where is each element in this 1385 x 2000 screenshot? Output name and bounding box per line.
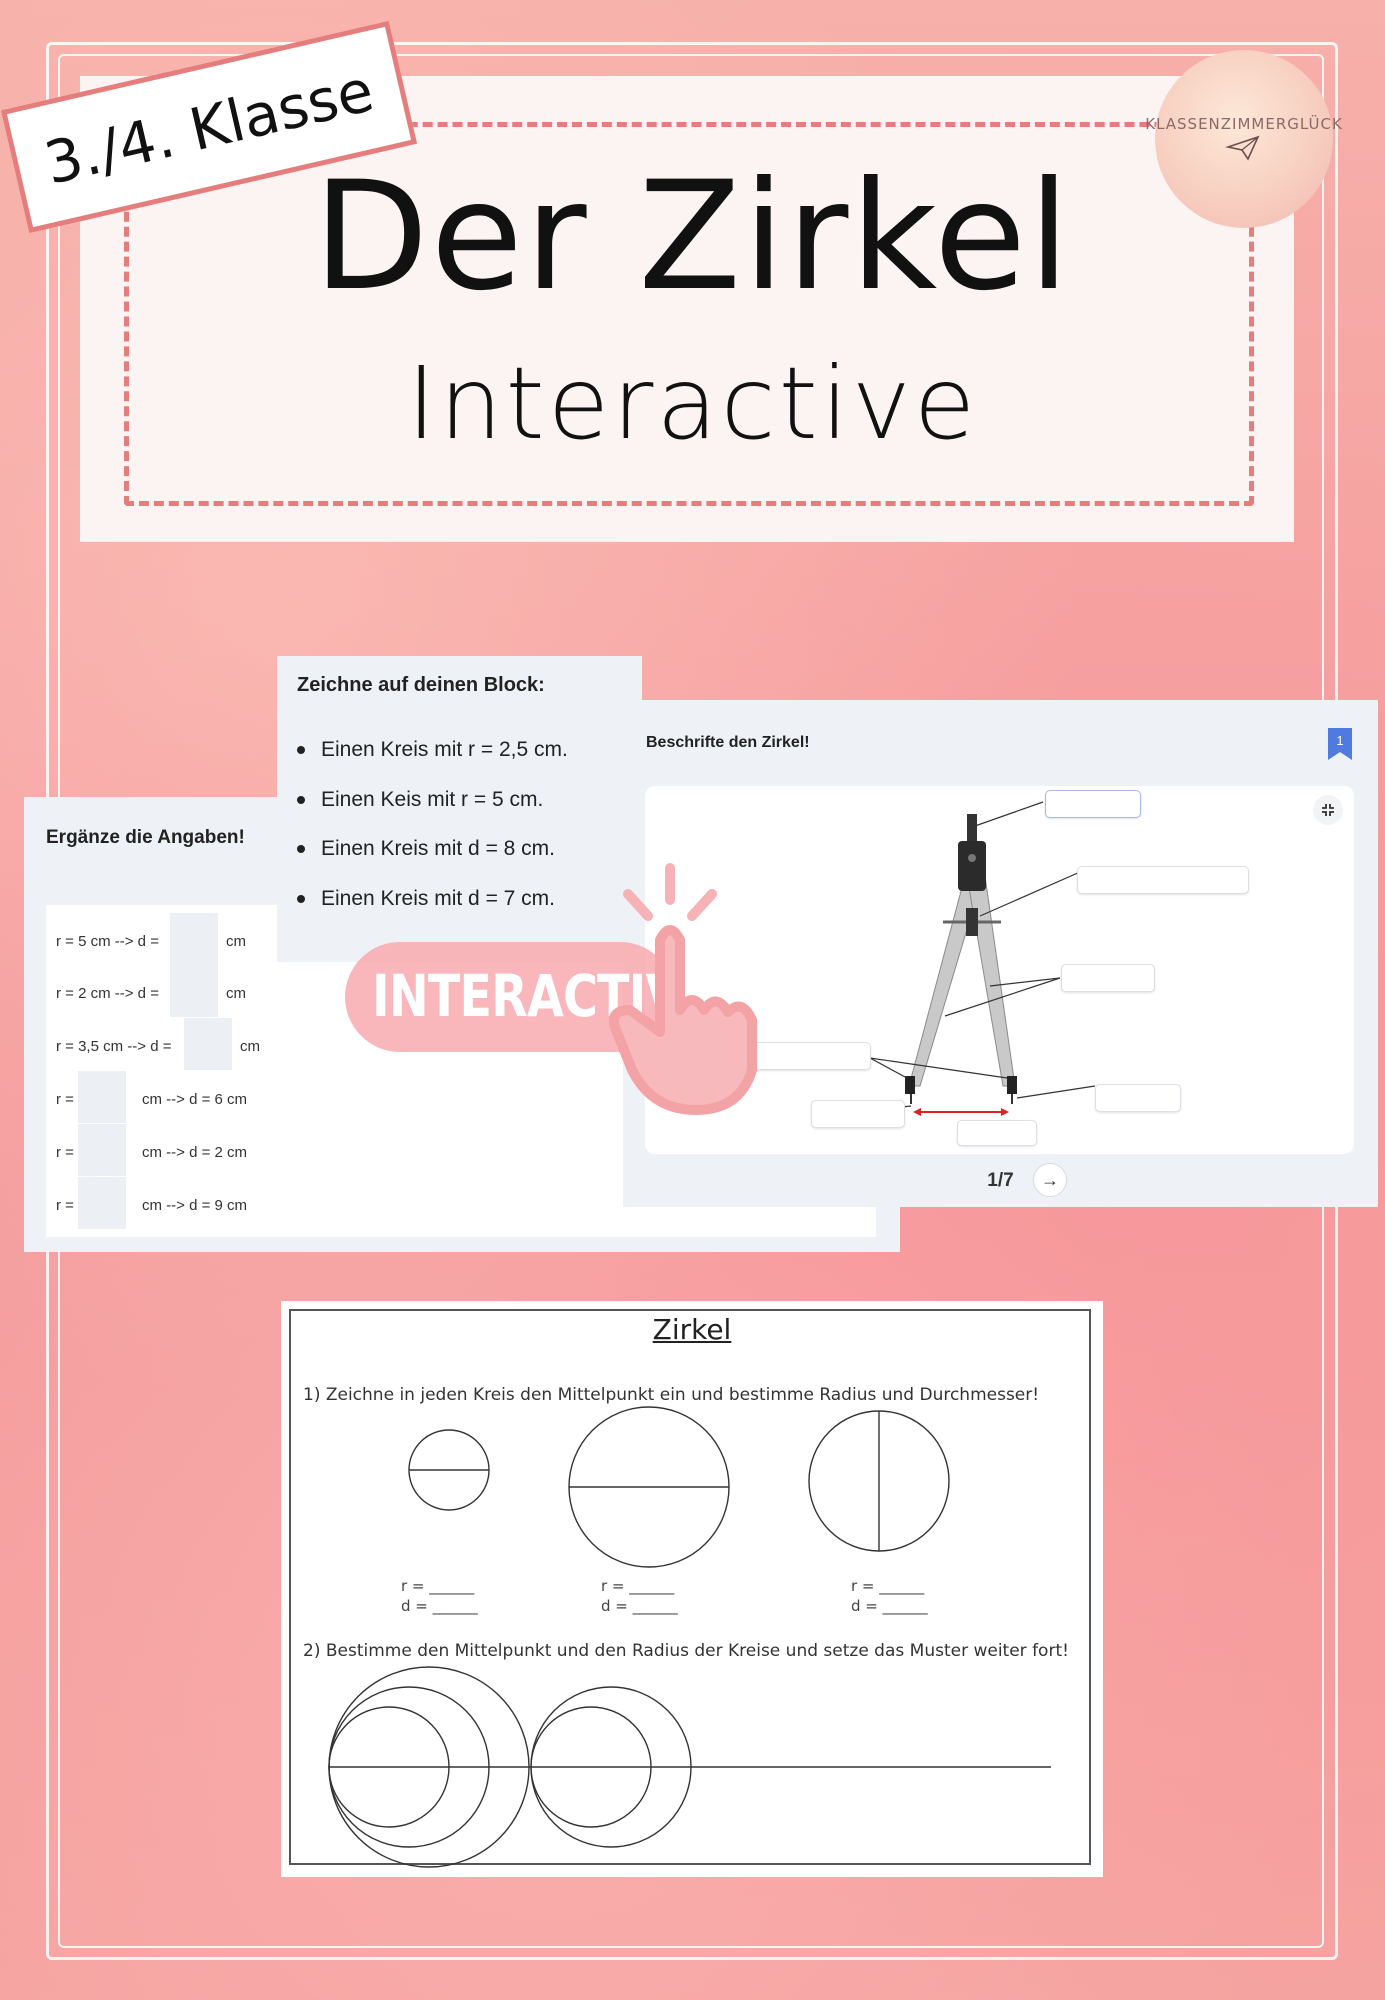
diameter-blank: d = ______	[851, 1597, 928, 1615]
exercise-row: r = 2 cm --> d = cm	[56, 985, 246, 1005]
answer-box[interactable]	[170, 965, 218, 1017]
paper-plane-icon	[1224, 135, 1260, 161]
list-item: Einen Kreis mit r = 2,5 cm.	[297, 738, 568, 762]
list-item: Einen Kreis mit d = 7 cm.	[297, 887, 555, 911]
row-prefix: r = 5 cm --> d =	[56, 933, 159, 950]
row-suffix: cm --> d = 2 cm	[142, 1144, 248, 1161]
pointing-hand-icon	[600, 860, 780, 1120]
exercise-row: r = cm --> d = 6 cm	[56, 1091, 247, 1111]
collapse-icon[interactable]	[1313, 795, 1343, 825]
worksheet-preview: Zirkel 1) Zeichne in jeden Kreis den Mit…	[281, 1301, 1103, 1877]
bookmark-number: 1	[1336, 733, 1344, 748]
radius-blank: r = ______	[851, 1577, 925, 1595]
answer-box[interactable]	[170, 913, 218, 965]
slide-heading: Ergänze die Angaben!	[46, 827, 245, 848]
radius-blank: r = ______	[401, 1577, 475, 1595]
row-suffix: cm --> d = 6 cm	[142, 1091, 248, 1108]
label-drop-box[interactable]	[1061, 964, 1155, 992]
label-drop-box[interactable]	[811, 1100, 905, 1128]
label-drop-box[interactable]	[1095, 1084, 1181, 1112]
answer-box[interactable]	[184, 1018, 232, 1070]
list-item: Einen Keis mit r = 5 cm.	[297, 788, 543, 812]
slide-zeichne: Zeichne auf deinen Block: Einen Kreis mi…	[277, 656, 642, 962]
row-prefix: r =	[56, 1091, 74, 1108]
row-suffix: cm	[226, 933, 246, 950]
answer-box[interactable]	[78, 1124, 126, 1176]
exercise-row: r = cm --> d = 9 cm	[56, 1197, 247, 1217]
label-drop-box[interactable]	[957, 1120, 1037, 1146]
label-drop-box[interactable]	[1077, 866, 1249, 894]
label-drop-box[interactable]	[1045, 790, 1141, 818]
page-indicator: 1/7	[987, 1170, 1014, 1191]
bookmark-icon[interactable]: 1	[1328, 728, 1352, 760]
exercise-row: r = 3,5 cm --> d = cm	[56, 1038, 260, 1058]
row-prefix: r = 2 cm --> d =	[56, 985, 159, 1002]
logo-text: KLASSENZIMMERGLÜCK	[1145, 115, 1343, 133]
answer-box[interactable]	[78, 1071, 126, 1123]
list-item: Einen Kreis mit d = 8 cm.	[297, 837, 555, 861]
row-suffix: cm	[240, 1038, 260, 1055]
row-prefix: r =	[56, 1144, 74, 1161]
answer-box[interactable]	[78, 1177, 126, 1229]
slide-heading: Beschrifte den Zirkel!	[646, 734, 810, 751]
row-suffix: cm	[226, 985, 246, 1002]
exercise-row: r = 5 cm --> d = cm	[56, 933, 246, 953]
row-suffix: cm --> d = 9 cm	[142, 1197, 248, 1214]
radius-blank: r = ______	[601, 1577, 675, 1595]
brand-logo: KLASSENZIMMERGLÜCK	[1145, 50, 1342, 228]
slide-heading: Zeichne auf deinen Block:	[297, 674, 545, 696]
subtitle: Interactive	[406, 345, 979, 462]
row-prefix: r = 3,5 cm --> d =	[56, 1038, 172, 1055]
diameter-blank: d = ______	[601, 1597, 678, 1615]
next-button[interactable]: →	[1033, 1163, 1067, 1197]
diameter-blank: d = ______	[401, 1597, 478, 1615]
exercise-row: r = cm --> d = 2 cm	[56, 1144, 247, 1164]
row-prefix: r =	[56, 1197, 74, 1214]
